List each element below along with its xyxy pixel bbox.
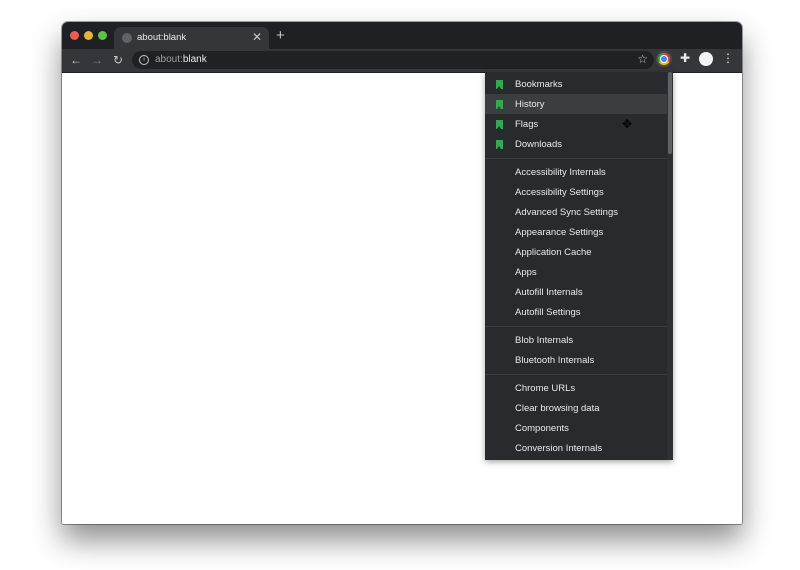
menu-item-clear-browsing-data[interactable]: Clear browsing data (485, 398, 667, 418)
menu-item-blob-internals[interactable]: Blob Internals (485, 330, 667, 350)
scrollbar-thumb[interactable] (668, 72, 672, 154)
menu-item-history[interactable]: History (485, 94, 667, 114)
zoom-window-button[interactable] (98, 31, 107, 40)
url-scheme: about: (155, 54, 183, 65)
menu-item-conversion-internals[interactable]: Conversion Internals (485, 438, 667, 458)
menu-item-downloads[interactable]: Downloads (485, 134, 667, 154)
menu-item-bookmarks[interactable]: Bookmarks (485, 74, 667, 94)
menu-scrollbar[interactable] (667, 72, 673, 460)
address-bar[interactable]: i about:blank ☆ (132, 51, 654, 69)
menu-divider (485, 374, 667, 375)
bookmark-icon (496, 100, 503, 109)
menu-divider (485, 326, 667, 327)
forward-button[interactable]: → (89, 52, 105, 68)
reload-button[interactable]: ↻ (110, 52, 126, 68)
title-bar: about:blank ✕ + (62, 22, 742, 49)
menu-item-autofill-settings[interactable]: Autofill Settings (485, 302, 667, 322)
browser-tab[interactable]: about:blank ✕ (114, 27, 269, 49)
menu-item-label: Advanced Sync Settings (515, 207, 618, 218)
menu-item-application-cache[interactable]: Application Cache (485, 242, 667, 262)
menu-divider (485, 158, 667, 159)
chrome-extension-icon[interactable] (658, 53, 670, 65)
globe-icon (122, 33, 132, 43)
menu-item-flags[interactable]: Flags (485, 114, 667, 134)
menu-item-apps[interactable]: Apps (485, 262, 667, 282)
close-window-button[interactable] (70, 31, 79, 40)
back-button[interactable]: ← (68, 52, 84, 68)
menu-item-label: Chrome URLs (515, 383, 576, 394)
menu-item-label: History (515, 99, 545, 110)
menu-item-bluetooth-internals[interactable]: Bluetooth Internals (485, 350, 667, 370)
extensions-puzzle-icon[interactable]: ✚ (680, 51, 690, 65)
menu-item-label: Conversion Internals (515, 443, 603, 454)
menu-item-components[interactable]: Components (485, 418, 667, 438)
menu-item-label: Flags (515, 119, 539, 130)
menu-item-label: Apps (515, 267, 537, 278)
bookmark-icon (496, 140, 503, 149)
toolbar: ← → ↻ i about:blank ☆ ✚ ⋮ (62, 49, 742, 73)
close-tab-icon[interactable]: ✕ (252, 30, 262, 44)
new-tab-button[interactable]: + (276, 27, 285, 44)
menu-item-label: Autofill Internals (515, 287, 583, 298)
url-text[interactable]: about:blank (155, 54, 207, 65)
menu-item-autofill-internals[interactable]: Autofill Internals (485, 282, 667, 302)
bookmark-star-icon[interactable]: ☆ (637, 52, 648, 66)
minimize-window-button[interactable] (84, 31, 93, 40)
menu-item-label: Accessibility Settings (515, 187, 604, 198)
menu-item-chrome-urls[interactable]: Chrome URLs (485, 378, 667, 398)
menu-item-label: Clear browsing data (515, 403, 600, 414)
menu-item-appearance-settings[interactable]: Appearance Settings (485, 222, 667, 242)
menu-item-label: Downloads (515, 139, 562, 150)
bookmark-icon (496, 120, 503, 129)
profile-avatar[interactable] (699, 52, 713, 66)
menu-item-label: Bluetooth Internals (515, 355, 595, 366)
tab-title: about:blank (137, 32, 187, 43)
bookmark-icon (496, 80, 503, 89)
menu-item-label: Accessibility Internals (515, 167, 606, 178)
menu-item-label: Application Cache (515, 247, 592, 258)
extension-popup-menu: Bookmarks History Flags Downloads Access… (485, 72, 673, 460)
menu-item-label: Autofill Settings (515, 307, 581, 318)
menu-item-label: Appearance Settings (515, 227, 604, 238)
menu-item-label: Components (515, 423, 569, 434)
menu-item-label: Blob Internals (515, 335, 574, 346)
info-icon[interactable]: i (139, 55, 149, 65)
browser-window: about:blank ✕ + ← → ↻ i about:blank ☆ ✚ … (62, 22, 742, 524)
browser-menu-icon[interactable]: ⋮ (722, 51, 734, 65)
menu-item-label: Bookmarks (515, 79, 563, 90)
menu-item-accessibility-settings[interactable]: Accessibility Settings (485, 182, 667, 202)
menu-item-accessibility-internals[interactable]: Accessibility Internals (485, 162, 667, 182)
url-host: blank (182, 54, 207, 65)
menu-item-advanced-sync-settings[interactable]: Advanced Sync Settings (485, 202, 667, 222)
move-cursor-icon: ✥ (622, 117, 633, 131)
